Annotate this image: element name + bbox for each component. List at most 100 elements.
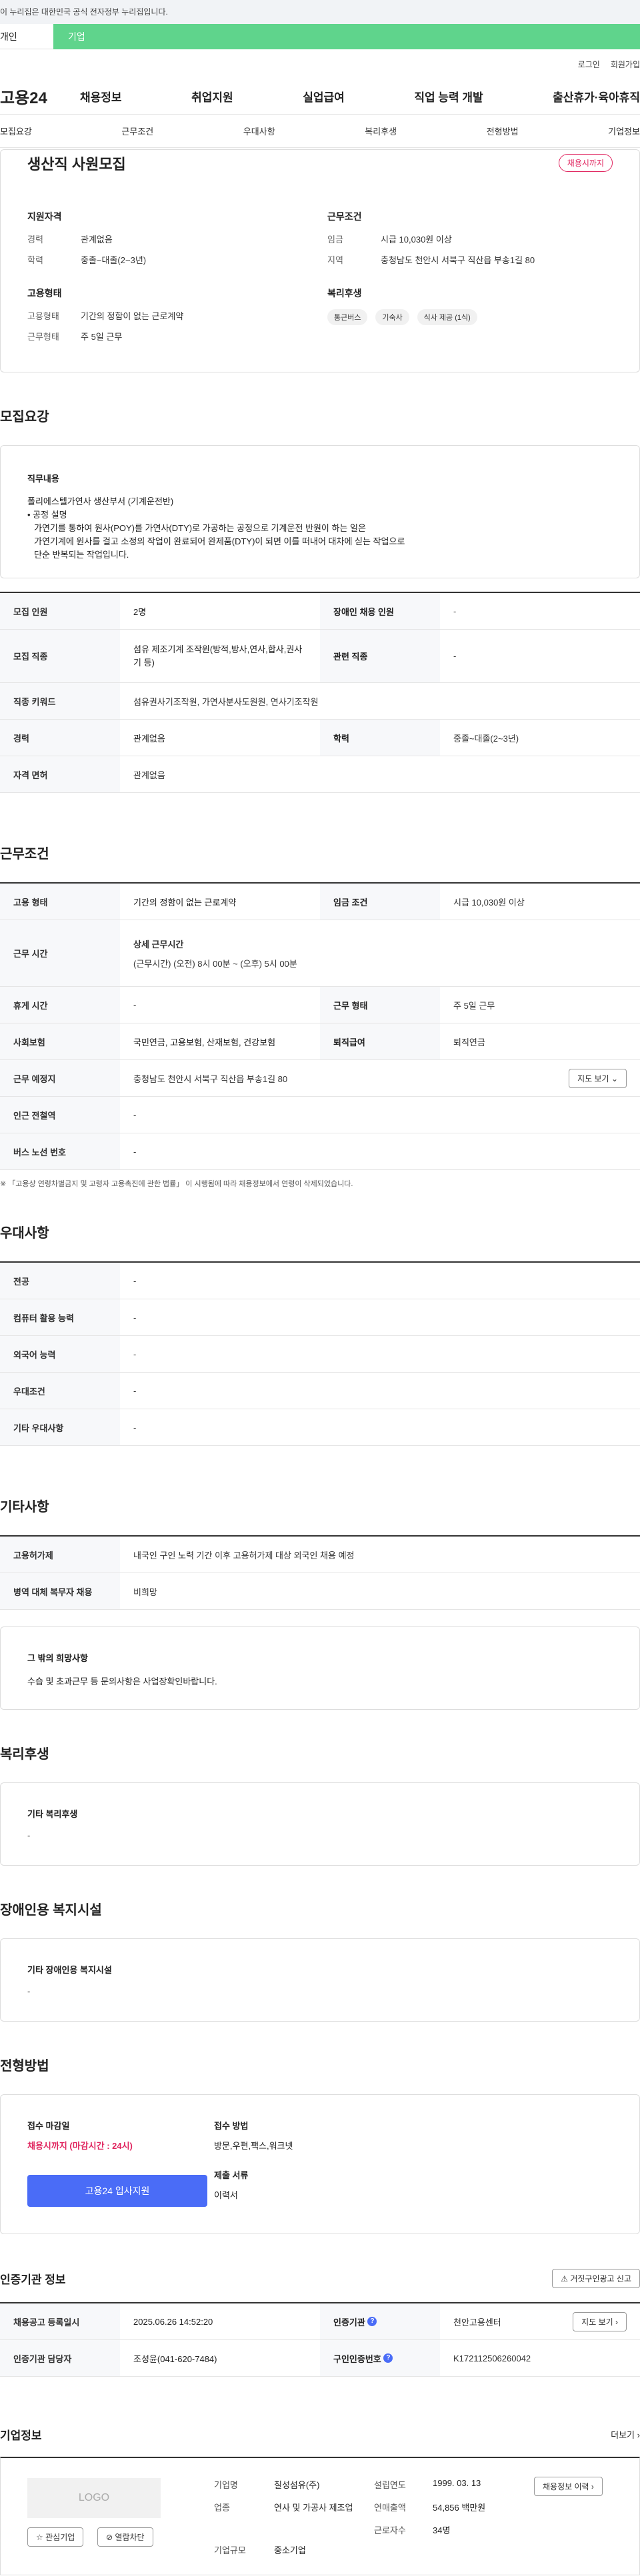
table-row: 자격 면허 관계없음 bbox=[0, 756, 640, 793]
chevron-right-icon: › bbox=[591, 2482, 594, 2491]
company-header: 기업정보 더보기 › bbox=[0, 2423, 640, 2445]
row-value: 주 5일 근무 bbox=[453, 1000, 495, 1011]
work-hours-title: 상세 근무시간 bbox=[133, 939, 184, 950]
subnav-prefer[interactable]: 우대사항 bbox=[243, 125, 275, 137]
welfare-heading: 기타 복리후생 bbox=[27, 1809, 78, 1819]
info-icon[interactable]: ? bbox=[383, 2353, 393, 2363]
job-title: 생산직 사원모집 bbox=[27, 156, 126, 173]
screening-box: 접수 마감일 채용시까지 (마감시간 : 24시) 고용24 입사지원 접수 방… bbox=[0, 2094, 640, 2234]
alert-icon: ⚠ bbox=[561, 2273, 568, 2283]
etc-table: 고용허가제 내국인 구인 노력 기간 이후 고용허가제 대상 외국인 채용 예정 … bbox=[0, 1535, 640, 1610]
agency-header: 인증기관 정보 ⚠ 거짓구인광고 신고 bbox=[0, 2267, 640, 2289]
gnb-item-jobs[interactable]: 채용정보 bbox=[80, 88, 122, 105]
welfare-section-title: 복리후생 bbox=[0, 1747, 49, 1762]
work-type-label: 근무형태 bbox=[27, 332, 59, 342]
job-summary-card: 생산직 사원모집 채용시까지 지원자격 경력 관계없음 학력 중졸~대졸(2~3년)… bbox=[0, 149, 640, 372]
block-company-button[interactable]: ⊘ 열람차단 bbox=[97, 2527, 153, 2547]
founded-value: 1999. 03. 13 bbox=[433, 2478, 481, 2488]
work-section-title: 근무조건 bbox=[0, 847, 49, 862]
extra-heading: 그 밖의 희망사항 bbox=[27, 1653, 88, 1663]
row-value: - bbox=[133, 999, 137, 1010]
subnav-recruit[interactable]: 모집요강 bbox=[0, 125, 32, 137]
gnb-item-training[interactable]: 직업 능력 개발 bbox=[414, 88, 483, 105]
table-row: 인증기관 담당자 조성윤(041-620-7484) 구인인증번호 ? K172… bbox=[0, 2340, 640, 2377]
row-label: 학력 bbox=[320, 720, 440, 756]
wage-label: 임금 bbox=[327, 235, 343, 245]
row-label: 인근 전철역 bbox=[0, 1097, 120, 1133]
row-label: 경력 bbox=[0, 720, 120, 756]
qualification-block: 지원자격 경력 관계없음 학력 중졸~대졸(2~3년) bbox=[27, 210, 294, 274]
login-link[interactable]: 로그인 bbox=[578, 59, 600, 70]
row-value: 2명 bbox=[133, 606, 147, 617]
qualification-heading: 지원자격 bbox=[27, 211, 62, 222]
table-row: 병역 대체 복무자 채용 비희망 bbox=[0, 1573, 640, 1610]
workers-label: 근로자수 bbox=[374, 2525, 406, 2535]
job-history-label: 채용정보 이력 bbox=[543, 2482, 589, 2491]
table-row: 휴게 시간 - 근무 형태 주 5일 근무 bbox=[0, 987, 640, 1023]
row-label: 임금 조건 bbox=[320, 884, 440, 920]
table-row: 우대조건 - bbox=[0, 1373, 640, 1409]
row-label: 휴게 시간 bbox=[0, 987, 120, 1023]
no-label: 구인인증번호 bbox=[333, 2353, 381, 2364]
row-value: 국민연금, 고용보험, 산재보험, 건강보험 bbox=[133, 1037, 276, 1047]
recruit-table: 모집 인원 2명 장애인 채용 인원 - 모집 직종 섬유 제조기계 조작원(방… bbox=[0, 592, 640, 793]
work-location-value: 충청남도 천안시 서북구 직산읍 부송1길 80 bbox=[133, 1073, 288, 1084]
row-label: 장애인 채용 인원 bbox=[320, 593, 440, 629]
row-label: 병역 대체 복무자 채용 bbox=[0, 1573, 120, 1609]
global-nav: 고용24 채용정보 취업지원 실업급여 직업 능력 개발 출산휴가·육아휴직 bbox=[0, 79, 640, 115]
gnb-item-employment-support[interactable]: 취업지원 bbox=[191, 88, 233, 105]
agency-map-button[interactable]: 지도 보기 › bbox=[573, 2311, 627, 2331]
welfare-value: - bbox=[27, 1830, 31, 1840]
row-label: 자격 면허 bbox=[0, 756, 120, 792]
row-value: - bbox=[133, 1146, 137, 1157]
report-button[interactable]: ⚠ 거짓구인광고 신고 bbox=[552, 2268, 640, 2288]
gnb-item-unemployment-benefit[interactable]: 실업급여 bbox=[303, 88, 345, 105]
block-label: 열람차단 bbox=[115, 2533, 145, 2542]
tab-individual[interactable]: 개인 bbox=[0, 24, 53, 49]
work-table: 고용 형태 기간의 정함이 없는 근로계약 임금 조건 시급 10,030원 이… bbox=[0, 882, 640, 1170]
tab-company[interactable]: 기업 bbox=[53, 24, 640, 49]
gnb-item-parental-leave[interactable]: 출산휴가·육아휴직 bbox=[553, 88, 640, 105]
row-value: 조성윤(041-620-7484) bbox=[133, 2353, 217, 2364]
table-row: 고용허가제 내국인 구인 노력 기간 이후 고용허가제 대상 외국인 채용 예정 bbox=[0, 1537, 640, 1573]
duty-line: • 공정 설명 bbox=[27, 510, 67, 520]
condition-heading: 근무조건 bbox=[327, 211, 362, 222]
row-value: 내국인 구인 노력 기간 이후 고용허가제 대상 외국인 채용 예정 bbox=[133, 1550, 355, 1561]
subnav-screening[interactable]: 전형방법 bbox=[487, 125, 519, 137]
deadline-badge: 채용시까지 bbox=[558, 154, 613, 172]
deadline-value: 채용시까지 (마감시간 : 24시) bbox=[27, 2141, 133, 2151]
region-label: 지역 bbox=[327, 255, 343, 265]
row-value: 중졸~대졸(2~3년) bbox=[453, 733, 519, 744]
row-value: - bbox=[133, 1349, 137, 1359]
region-value: 충청남도 천안시 서북구 직산읍 부송1길 80 bbox=[381, 255, 535, 265]
signup-link[interactable]: 회원가입 bbox=[611, 59, 640, 70]
info-icon[interactable]: ? bbox=[367, 2317, 377, 2326]
report-button-label: 거짓구인광고 신고 bbox=[570, 2273, 631, 2283]
row-label: 모집 인원 bbox=[0, 593, 120, 629]
favorite-company-button[interactable]: ☆ 관심기업 bbox=[27, 2527, 84, 2547]
subnav-welfare[interactable]: 복리후생 bbox=[365, 125, 397, 137]
job-history-button[interactable]: 채용정보 이력 › bbox=[534, 2477, 603, 2496]
subnav-company[interactable]: 기업정보 bbox=[608, 125, 640, 137]
row-label: 전공 bbox=[0, 1263, 120, 1299]
condition-block: 근무조건 임금 시급 10,030원 이상 지역 충청남도 천안시 서북구 직산읍 … bbox=[327, 210, 594, 274]
favorite-label: 관심기업 bbox=[45, 2533, 75, 2542]
subnav-work[interactable]: 근무조건 bbox=[121, 125, 153, 137]
row-label: 컴퓨터 활용 능력 bbox=[0, 1299, 120, 1335]
table-row: 사회보험 국민연금, 고용보험, 산재보험, 건강보험 퇴직급여 퇴직연금 bbox=[0, 1023, 640, 1060]
map-button[interactable]: 지도 보기 ⌄ bbox=[569, 1068, 627, 1088]
extra-value: 수습 및 초과근무 등 문의사항은 사업장확인바랍니다. bbox=[27, 1676, 217, 1686]
row-value: 기간의 정함이 없는 근로계약 bbox=[133, 897, 237, 908]
company-name-label: 기업명 bbox=[214, 2480, 238, 2490]
table-row: 근무 시간 상세 근무시간 (근무시간) (오전) 8시 00분 ~ (오후) … bbox=[0, 920, 640, 987]
row-label: 사회보험 bbox=[0, 1023, 120, 1059]
row-label: 관련 직종 bbox=[320, 630, 440, 682]
screening-section-title: 전형방법 bbox=[0, 2059, 49, 2074]
row-label: 버스 노선 번호 bbox=[0, 1133, 120, 1169]
table-row: 인근 전철역 - bbox=[0, 1097, 640, 1133]
docs-value: 이력서 bbox=[214, 2190, 238, 2200]
apply-button[interactable]: 고용24 입사지원 bbox=[27, 2175, 207, 2207]
company-more-label: 더보기 bbox=[611, 2429, 635, 2440]
site-logo[interactable]: 고용24 bbox=[0, 85, 80, 108]
company-more-link[interactable]: 더보기 › bbox=[611, 2428, 640, 2441]
